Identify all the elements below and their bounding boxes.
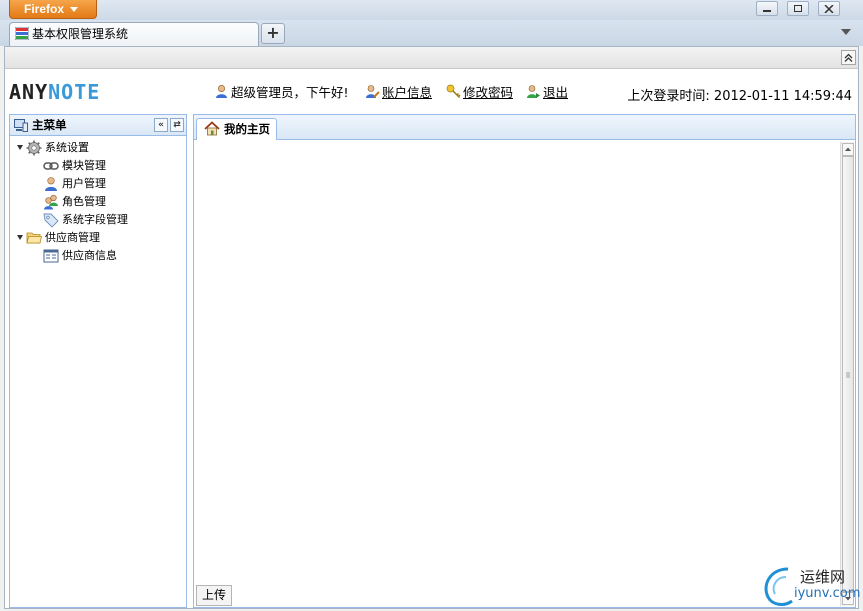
minimize-icon <box>763 10 771 12</box>
minimize-button[interactable] <box>756 1 778 16</box>
tree-node-system-field-management[interactable]: 系统字段管理 <box>10 211 186 229</box>
logout-link[interactable]: 退出 <box>543 85 568 100</box>
expand-arrow-icon[interactable] <box>17 145 23 150</box>
tab-my-homepage[interactable]: 我的主页 <box>196 118 277 140</box>
logout-user-icon <box>527 85 540 98</box>
scrollbar-thumb[interactable] <box>842 156 854 592</box>
firefox-menu-button[interactable]: Firefox <box>9 0 97 19</box>
user-icon <box>45 177 57 191</box>
form-icon <box>43 249 59 263</box>
tree-label: 供应商信息 <box>62 249 117 262</box>
menu-monitor-icon <box>14 119 28 132</box>
expand-arrow-icon[interactable] <box>17 235 23 240</box>
watermark-logo-icon <box>764 567 793 606</box>
home-tab-label: 我的主页 <box>224 122 270 136</box>
users-icon <box>44 194 58 210</box>
key-icon <box>446 84 461 99</box>
tree-label: 模块管理 <box>62 159 106 172</box>
top-collapse-strip <box>5 47 858 69</box>
arrow-up-icon <box>845 147 851 151</box>
scroll-up-button[interactable] <box>842 143 854 156</box>
collapse-header-button[interactable] <box>841 50 856 65</box>
content-tab-bar: 我的主页 <box>194 115 855 140</box>
home-icon <box>204 121 220 136</box>
grip-icon <box>846 372 850 378</box>
main-content-panel: 我的主页 上传 <box>193 114 856 608</box>
gear-icon <box>26 140 42 156</box>
app-window: ANYNOTE 超级管理员，下午好! 账户信息 修改密码 退出 上次登录时间: … <box>4 46 859 609</box>
browser-tab-title: 基本权限管理系统 <box>32 27 129 41</box>
account-edit-icon <box>366 85 380 98</box>
tree-label: 角色管理 <box>62 195 106 208</box>
tree-node-system-settings[interactable]: 系统设置 <box>10 139 186 157</box>
folder-icon <box>26 232 42 244</box>
tab-list-chevron-icon[interactable] <box>841 29 851 35</box>
tree-label: 用户管理 <box>62 177 106 190</box>
greeting-text: 超级管理员，下午好! <box>231 85 349 100</box>
close-icon <box>824 5 834 13</box>
main-menu-panel: 主菜单 « ⇄ 系统设置 模块管理 用户管理 角色管理 系统字段管理 供应商管理… <box>9 114 187 608</box>
vertical-scrollbar[interactable] <box>840 142 854 606</box>
tree-node-role-management[interactable]: 角色管理 <box>10 193 186 211</box>
tree-node-supplier-management[interactable]: 供应商管理 <box>10 229 186 247</box>
change-password-link-wrap[interactable]: 修改密码 <box>446 84 513 100</box>
double-chevron-up-icon <box>844 53 853 62</box>
tree-label: 系统设置 <box>45 141 89 154</box>
tree-label: 供应商管理 <box>45 231 100 244</box>
new-tab-button[interactable]: + <box>261 23 285 44</box>
browser-titlebar: Firefox <box>0 0 863 20</box>
close-window-button[interactable] <box>818 1 840 16</box>
refresh-menu-button[interactable]: ⇄ <box>170 118 184 132</box>
browser-tab[interactable]: 基本权限管理系统 <box>9 22 259 46</box>
change-password-link[interactable]: 修改密码 <box>463 85 513 100</box>
account-info-link[interactable]: 账户信息 <box>382 85 432 100</box>
watermark-name: 运维网 <box>800 568 846 586</box>
chevron-down-icon <box>70 7 78 12</box>
watermark-url: iyunv.com <box>794 586 861 601</box>
main-menu-header: 主菜单 « ⇄ <box>10 115 186 136</box>
maximize-icon <box>794 5 802 12</box>
firefox-menu-label: Firefox <box>24 2 65 16</box>
tag-icon <box>43 213 59 228</box>
collapse-menu-button[interactable]: « <box>154 118 168 132</box>
greeting: 超级管理员，下午好! <box>214 84 349 100</box>
browser-tab-strip: 基本权限管理系统 + <box>0 20 863 46</box>
tree-node-supplier-info[interactable]: 供应商信息 <box>10 247 186 265</box>
watermark: 运维网 iyunv.com <box>758 563 861 609</box>
anynote-logo: ANYNOTE <box>9 80 101 104</box>
account-info-link-wrap[interactable]: 账户信息 <box>365 84 432 100</box>
logout-link-wrap[interactable]: 退出 <box>526 84 568 100</box>
tree-node-user-management[interactable]: 用户管理 <box>10 175 186 193</box>
last-login-time: 上次登录时间: 2012-01-11 14:59:44 <box>627 89 852 104</box>
app-header: ANYNOTE 超级管理员，下午好! 账户信息 修改密码 退出 上次登录时间: … <box>5 70 858 110</box>
link-icon <box>43 162 59 170</box>
user-icon <box>216 84 227 98</box>
tree-label: 系统字段管理 <box>62 213 128 226</box>
tree-node-module-management[interactable]: 模块管理 <box>10 157 186 175</box>
maximize-button[interactable] <box>787 1 809 16</box>
main-menu-title: 主菜单 <box>32 118 67 132</box>
upload-button[interactable]: 上传 <box>196 585 232 606</box>
favicon-icon <box>15 27 29 40</box>
